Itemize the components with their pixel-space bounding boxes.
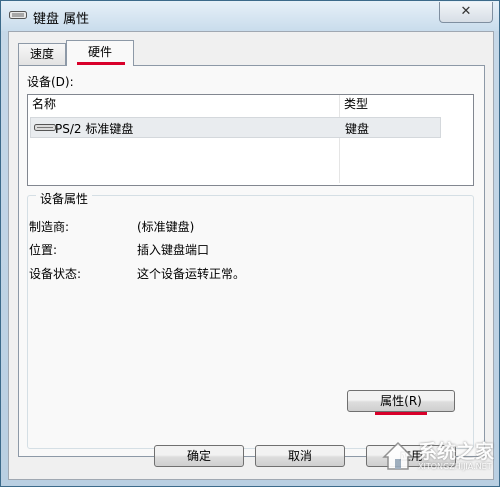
device-name: PS/2 标准键盘 (55, 122, 134, 136)
hardware-tab-highlight (77, 62, 125, 65)
manufacturer-label: 制造商: (29, 220, 70, 234)
device-status-value: 这个设备运转正常。 (137, 267, 246, 281)
manufacturer-value: (标准键盘) (137, 220, 195, 234)
watermark-name: 系统之家 (418, 441, 495, 463)
device-type: 键盘 (345, 122, 370, 136)
tab-speed-label: 速度 (29, 47, 54, 61)
dialog-body: 速度 硬件 设备(D): 名称 类型 PS/2 标准键盘 键盘 设备属性 制造商… (8, 31, 494, 480)
column-header-name[interactable]: 名称 (28, 95, 340, 114)
device-row[interactable]: PS/2 标准键盘 键盘 (30, 117, 441, 138)
window-title: 键盘 属性 (33, 12, 90, 27)
column-header-type[interactable]: 类型 (340, 95, 471, 114)
properties-button[interactable]: 属性(R) (347, 390, 455, 412)
location-label: 位置: (29, 243, 58, 257)
close-icon: ✕ (460, 4, 472, 19)
column-header-type-label: 类型 (344, 97, 369, 111)
ok-button[interactable]: 确定 (154, 445, 244, 467)
cancel-button[interactable]: 取消 (255, 445, 345, 467)
watermark: 系统之家 XITONGZHIJIA.NET (380, 437, 498, 477)
tab-hardware-label: 硬件 (87, 45, 112, 59)
location-value: 插入键盘端口 (137, 243, 210, 257)
tab-speed[interactable]: 速度 (18, 43, 66, 66)
properties-dialog: 键盘 属性 ✕ 速度 硬件 设备(D): 名称 类型 PS/2 标准键盘 键盘 … (0, 0, 500, 487)
close-button[interactable]: ✕ (439, 2, 493, 23)
title-bar[interactable]: 键盘 属性 ✕ (1, 1, 499, 31)
ok-button-label: 确定 (186, 449, 211, 463)
properties-button-highlight (375, 412, 427, 415)
keyboard-icon (34, 124, 56, 131)
keyboard-icon (9, 11, 27, 19)
devices-label: 设备(D): (27, 75, 74, 89)
column-header-name-label: 名称 (32, 97, 57, 111)
watermark-url: XITONGZHIJIA.NET (418, 462, 492, 471)
column-divider (339, 95, 340, 183)
cancel-button-label: 取消 (287, 449, 312, 463)
device-list[interactable]: 名称 类型 PS/2 标准键盘 键盘 (27, 94, 474, 186)
house-logo-icon (382, 441, 414, 470)
properties-button-label: 属性(R) (380, 394, 422, 408)
device-status-label: 设备状态: (29, 267, 82, 281)
device-properties-title: 设备属性 (36, 190, 93, 207)
